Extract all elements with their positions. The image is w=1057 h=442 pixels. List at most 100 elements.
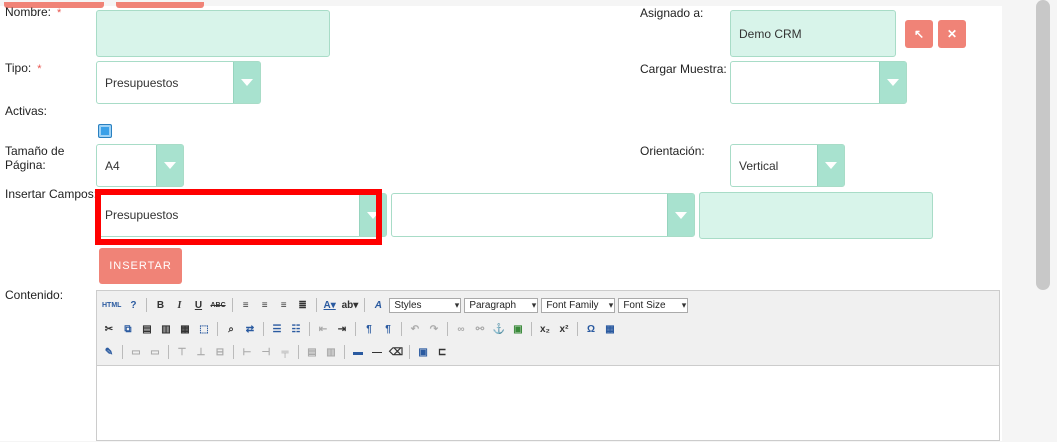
align-right-icon[interactable]: ≡ xyxy=(276,297,292,313)
hr-icon[interactable]: ▬ xyxy=(350,344,366,360)
sample-select[interactable] xyxy=(730,61,907,104)
line-icon[interactable]: — xyxy=(369,344,385,360)
paragraph-select[interactable]: Paragraph xyxy=(464,297,539,313)
strikethrough-icon[interactable]: ABC xyxy=(209,297,226,313)
align-left-icon[interactable]: ≡ xyxy=(238,297,254,313)
toolbar-separator xyxy=(231,298,233,312)
orientation-select[interactable]: Vertical xyxy=(730,144,845,187)
delete-col-icon[interactable]: ╤ xyxy=(277,344,293,360)
cut-icon[interactable]: ✂ xyxy=(101,321,117,337)
link-icon[interactable]: ∞ xyxy=(453,321,469,337)
type-select-value: Presupuestos xyxy=(105,75,179,90)
scrollbar-thumb[interactable] xyxy=(1036,0,1050,290)
insert-module-select-value: Presupuestos xyxy=(105,208,179,222)
page-break-icon[interactable]: ⊏ xyxy=(434,344,450,360)
media-icon[interactable]: ▣ xyxy=(415,344,431,360)
insert-variable-input[interactable] xyxy=(699,192,933,239)
table-icon[interactable]: ▦ xyxy=(602,321,618,337)
rich-text-editor: HTML ? B I U ABC ≡ ≡ ≡ ≣ A▾ ab▾ A Styles… xyxy=(96,290,1000,441)
chevron-down-icon xyxy=(233,62,260,103)
insert-col-after-icon[interactable]: ⊣ xyxy=(258,344,274,360)
image-icon[interactable]: ▣ xyxy=(510,321,526,337)
align-justify-icon[interactable]: ≣ xyxy=(295,297,311,313)
toolbar-row-2: ✂ ⧉ ▤ ▥ ▦ ⬚ ⌕ ⇄ ☰ ☷ ⇤ ⇥ ¶ ¶ ↶ ↷ ∞ ⚯ ⚓ ▣ xyxy=(101,319,618,339)
toolbar-separator xyxy=(344,345,345,359)
name-label: Nombre: * xyxy=(5,5,62,19)
select-user-button[interactable]: ↖ xyxy=(905,20,933,48)
paste-icon[interactable]: ▤ xyxy=(139,321,155,337)
anchor-icon[interactable]: ⚓ xyxy=(491,321,507,337)
insert-fields-label: Insertar Campos: xyxy=(5,187,98,201)
active-checkbox[interactable] xyxy=(98,124,112,138)
type-select[interactable]: Presupuestos xyxy=(96,61,261,104)
top-button-partial-2[interactable] xyxy=(116,2,204,8)
subscript-icon[interactable]: x₂ xyxy=(537,321,553,337)
sample-label: Cargar Muestra: xyxy=(640,62,727,76)
chevron-down-icon xyxy=(817,145,844,186)
bullet-list-icon[interactable]: ☰ xyxy=(269,321,285,337)
font-color-icon[interactable]: A▾ xyxy=(322,297,338,313)
page-size-select-value: A4 xyxy=(105,158,120,173)
insert-col-before-icon[interactable]: ⊢ xyxy=(239,344,255,360)
font-style-icon[interactable]: A xyxy=(370,297,386,313)
special-char-icon[interactable]: Ω xyxy=(583,321,599,337)
ltr-icon[interactable]: ¶ xyxy=(361,321,377,337)
chevron-down-icon xyxy=(156,145,183,186)
italic-icon[interactable]: I xyxy=(171,297,187,313)
help-icon[interactable]: ? xyxy=(125,297,141,313)
editor-toolbar: HTML ? B I U ABC ≡ ≡ ≡ ≣ A▾ ab▾ A Styles… xyxy=(97,291,999,366)
type-label: Tipo: * xyxy=(5,61,42,75)
clear-user-button[interactable]: ✕ xyxy=(938,20,966,48)
toolbar-separator xyxy=(355,322,356,336)
html-icon[interactable]: HTML xyxy=(101,297,122,313)
rtl-icon[interactable]: ¶ xyxy=(380,321,396,337)
redo-icon[interactable]: ↷ xyxy=(426,321,442,337)
close-icon: ✕ xyxy=(946,27,958,41)
insert-row-before-icon[interactable]: ⊤ xyxy=(174,344,190,360)
chevron-down-icon xyxy=(667,194,694,236)
superscript-icon[interactable]: x² xyxy=(556,321,572,337)
merge-cell-icon[interactable]: ▥ xyxy=(323,344,339,360)
toolbar-separator xyxy=(217,322,218,336)
indent-icon[interactable]: ⇥ xyxy=(334,321,350,337)
align-center-icon[interactable]: ≡ xyxy=(257,297,273,313)
name-input[interactable] xyxy=(96,10,330,57)
toolbar-separator xyxy=(298,345,299,359)
number-list-icon[interactable]: ☷ xyxy=(288,321,304,337)
toolbar-separator xyxy=(263,322,264,336)
insert-field-select[interactable] xyxy=(391,193,695,237)
orientation-select-value: Vertical xyxy=(739,158,779,173)
toolbar-separator xyxy=(531,322,532,336)
bold-icon[interactable]: B xyxy=(152,297,168,313)
page-size-select[interactable]: A4 xyxy=(96,144,184,187)
highlight-color-icon[interactable]: ab▾ xyxy=(341,297,360,313)
toolbar-separator xyxy=(364,298,366,312)
undo-icon[interactable]: ↶ xyxy=(407,321,423,337)
toolbar-separator xyxy=(447,322,448,336)
paste-word-icon[interactable]: ▦ xyxy=(177,321,193,337)
orientation-label: Orientación: xyxy=(640,144,705,158)
remove-format-icon[interactable]: ⌫ xyxy=(388,344,404,360)
cell-props-icon[interactable]: ▭ xyxy=(128,344,144,360)
outdent-icon[interactable]: ⇤ xyxy=(315,321,331,337)
font-size-select[interactable]: Font Size xyxy=(618,297,689,313)
unlink-icon[interactable]: ⚯ xyxy=(472,321,488,337)
row-props-icon[interactable]: ▭ xyxy=(147,344,163,360)
insert-button[interactable]: INSERTAR xyxy=(99,248,182,284)
styles-select[interactable]: Styles xyxy=(389,297,462,313)
insert-module-select[interactable]: Presupuestos xyxy=(96,193,387,237)
underline-icon[interactable]: U xyxy=(190,297,206,313)
select-all-icon[interactable]: ⬚ xyxy=(196,321,212,337)
font-family-select[interactable]: Font Family xyxy=(541,297,616,313)
toolbar-separator xyxy=(577,322,578,336)
copy-icon[interactable]: ⧉ xyxy=(120,321,136,337)
paste-text-icon[interactable]: ▥ xyxy=(158,321,174,337)
editor-content-area[interactable] xyxy=(97,366,999,442)
find-icon[interactable]: ⌕ xyxy=(223,321,239,337)
split-cell-icon[interactable]: ▤ xyxy=(304,344,320,360)
assigned-user-input[interactable]: Demo CRM xyxy=(730,10,896,57)
delete-row-icon[interactable]: ⊟ xyxy=(212,344,228,360)
edit-icon[interactable]: ✎ xyxy=(101,344,117,360)
insert-row-after-icon[interactable]: ⊥ xyxy=(193,344,209,360)
replace-icon[interactable]: ⇄ xyxy=(242,321,258,337)
